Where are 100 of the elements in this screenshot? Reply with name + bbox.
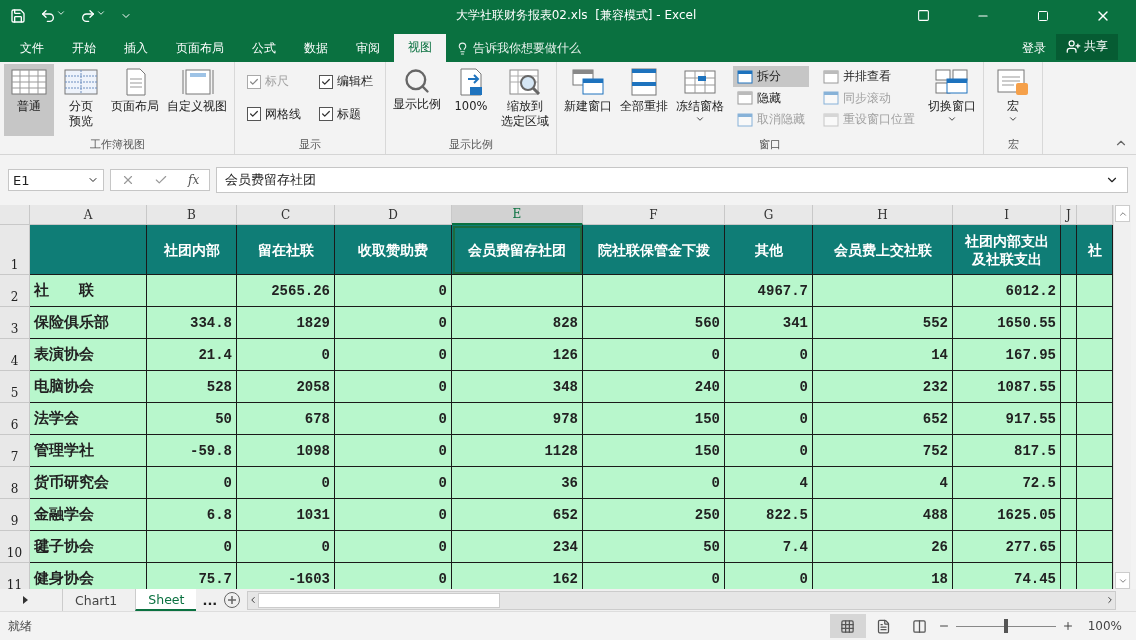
table-cell: 250	[583, 499, 725, 532]
table-cell: 817.5	[953, 435, 1061, 468]
column-header[interactable]: F	[583, 205, 725, 226]
checkbox-label[interactable]: 编辑栏	[337, 74, 373, 90]
more-sheets-button[interactable]: ...	[202, 592, 218, 608]
window-icon[interactable]	[737, 69, 753, 84]
columns-icon[interactable]	[912, 618, 928, 634]
table-cell	[1077, 339, 1113, 372]
table-cell: 管理学社	[30, 435, 147, 468]
ribbon-button[interactable]: 宏	[988, 63, 1038, 137]
next-sheet-icon[interactable]	[20, 595, 30, 606]
save-icon[interactable]	[10, 7, 26, 24]
maximize-icon[interactable]	[1037, 9, 1049, 22]
ribbon-button[interactable]: 全部重排	[617, 63, 671, 137]
horizontal-scrollbar[interactable]	[247, 590, 1116, 610]
row-header[interactable]: 6	[0, 403, 30, 436]
column-header[interactable]: H	[813, 205, 953, 226]
column-header[interactable]: G	[725, 205, 813, 226]
new-window-icon[interactable]	[569, 66, 607, 97]
checkbox[interactable]	[247, 107, 261, 122]
ribbon-tab[interactable]: 审阅	[342, 35, 394, 62]
add-sheet-icon[interactable]	[223, 591, 242, 610]
column-header[interactable]	[1077, 205, 1113, 226]
column-header[interactable]: J	[1061, 205, 1077, 226]
ribbon-tab[interactable]: 文件	[6, 35, 58, 62]
ribbon-button[interactable]: 拆分	[733, 66, 809, 88]
row-header[interactable]: 10	[0, 531, 30, 564]
share-button[interactable]: 共享	[1056, 33, 1118, 60]
lightbulb-icon[interactable]	[456, 42, 469, 56]
row-header[interactable]: 1	[0, 225, 30, 276]
table-cell: 0	[335, 275, 452, 308]
checkbox[interactable]	[319, 74, 333, 89]
ribbon-tab[interactable]: 数据	[290, 35, 342, 62]
table-cell: 电脑协会	[30, 371, 147, 404]
grid-icon[interactable]	[10, 66, 48, 97]
table-cell	[1077, 275, 1113, 308]
ribbon-tab[interactable]: 开始	[58, 35, 110, 62]
ribbon-button[interactable]: 自定义视图	[164, 63, 230, 137]
page-icon[interactable]	[876, 618, 892, 634]
table-cell: 6012.2	[953, 275, 1061, 308]
sign-in-link[interactable]: 登录	[1012, 35, 1056, 62]
ribbon-button[interactable]: 普通	[4, 63, 54, 137]
name-box[interactable]: E1	[8, 169, 104, 192]
checkbox-label[interactable]: 网格线	[265, 106, 301, 122]
column-header[interactable]: E	[452, 205, 583, 226]
ribbon-button[interactable]: 页面布局	[108, 63, 162, 137]
insert-function-button[interactable]: fx	[188, 173, 200, 188]
redo-icon[interactable]	[80, 7, 106, 24]
zoom-in-icon[interactable]	[1061, 620, 1074, 633]
zoom-handle[interactable]	[1003, 619, 1008, 634]
undo-icon[interactable]	[40, 7, 66, 24]
row-header[interactable]: 8	[0, 467, 30, 500]
column-header[interactable]: A	[30, 205, 147, 226]
ribbon-button[interactable]: 缩放到 选定区域	[498, 63, 552, 137]
table-cell: 0	[147, 531, 237, 564]
scroll-right-icon[interactable]	[1105, 595, 1115, 606]
column-header[interactable]: D	[335, 205, 452, 226]
ribbon-tab[interactable]: 视图	[394, 33, 446, 62]
ribbon-button[interactable]: 显示比例	[390, 63, 444, 137]
sheet-tab[interactable]: Chart1	[62, 589, 130, 612]
column-header[interactable]: I	[953, 205, 1061, 226]
column-header[interactable]: C	[237, 205, 335, 226]
table-cell: 1128	[452, 435, 583, 468]
row-header[interactable]: 2	[0, 275, 30, 308]
table-cell: 162	[452, 563, 583, 590]
checkbox-label[interactable]: 标题	[337, 106, 361, 122]
row-header[interactable]: 11	[0, 563, 30, 590]
table-cell: 2058	[237, 371, 335, 404]
checkbox[interactable]	[319, 107, 333, 122]
tell-me-field[interactable]: 告诉我你想要做什么	[473, 40, 581, 58]
ribbon-tab[interactable]: 插入	[110, 35, 162, 62]
row-header[interactable]: 5	[0, 371, 30, 404]
row-header[interactable]: 4	[0, 339, 30, 372]
view-button[interactable]	[829, 614, 866, 639]
magnifier-icon[interactable]	[403, 66, 431, 95]
ribbon-button[interactable]: 冻结窗格	[673, 63, 727, 137]
formula-field[interactable]: 会员费留存社团	[216, 167, 1128, 194]
ribbon-button[interactable]: 新建窗口	[561, 63, 615, 137]
sheet-tab[interactable]: Sheet	[135, 589, 197, 612]
ribbon-button[interactable]: 切换窗口	[925, 63, 979, 137]
zoom-level[interactable]: 100%	[1087, 619, 1122, 634]
ribbon-button[interactable]: 隐藏	[733, 87, 809, 109]
ribbon-tab[interactable]: 公式	[238, 35, 290, 62]
table-cell: 1031	[237, 499, 335, 532]
row-header[interactable]: 9	[0, 499, 30, 532]
table-cell: 2565.26	[237, 275, 335, 308]
column-header[interactable]: B	[147, 205, 237, 226]
grid-icon[interactable]	[840, 618, 856, 634]
ribbon-button[interactable]: 并排查看	[819, 66, 919, 88]
person-add-icon[interactable]	[1066, 39, 1081, 55]
switch-windows-icon[interactable]	[933, 66, 971, 97]
row-header[interactable]: 3	[0, 307, 30, 340]
group-label: 宏	[1006, 137, 1020, 154]
row-header[interactable]: 7	[0, 435, 30, 468]
header-cell: 社团内部	[147, 225, 237, 276]
ribbon-tab[interactable]: 页面布局	[162, 35, 238, 62]
ribbon-button[interactable]: 分页 预览	[56, 63, 106, 137]
table-cell	[1077, 499, 1113, 532]
header-cell: 社团内部支出 及社联支出	[953, 225, 1061, 276]
ribbon-button[interactable]: 100%	[446, 63, 496, 137]
